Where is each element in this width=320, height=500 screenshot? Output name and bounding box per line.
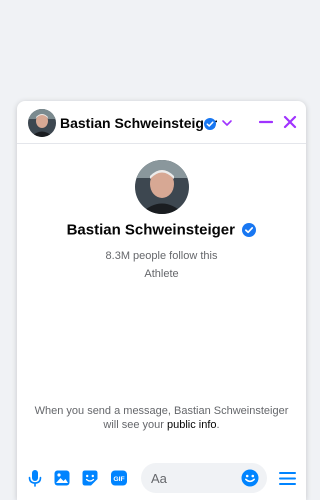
chat-window: Bastian Schweinsteiger Bastian Schweinst… [17,101,306,500]
svg-text:GIF: GIF [113,476,124,483]
menu-icon[interactable] [278,469,297,488]
gif-icon[interactable]: GIF [110,469,128,487]
chevron-down-icon[interactable] [221,118,233,128]
follower-count: 8.3M people follow this [105,250,218,262]
minimize-button[interactable] [259,115,273,129]
chat-header: Bastian Schweinsteiger [17,101,306,144]
verified-badge-icon [242,222,257,237]
verified-badge-icon [204,118,216,130]
profile-name: Bastian Schweinsteiger [66,221,235,239]
header-contact-name[interactable]: Bastian Schweinsteiger [60,115,217,131]
message-composer: GIF [17,458,306,500]
profile-avatar[interactable] [135,160,189,214]
sticker-icon[interactable] [81,469,99,487]
profile-category: Athlete [144,268,179,280]
photo-icon[interactable] [53,469,71,487]
privacy-notice-suffix: . [216,419,220,431]
public-info-link[interactable]: public info [167,419,217,431]
profile-name-row: Bastian Schweinsteiger [17,221,306,239]
microphone-icon[interactable] [26,469,44,487]
emoji-icon[interactable] [241,469,259,487]
privacy-notice-text: When you send a message, Bastian Schwein… [34,405,289,431]
header-avatar[interactable] [28,109,56,137]
message-input-container [141,463,267,493]
privacy-notice: When you send a message, Bastian Schwein… [27,404,296,432]
message-input[interactable] [151,469,235,487]
close-button[interactable] [283,115,297,129]
